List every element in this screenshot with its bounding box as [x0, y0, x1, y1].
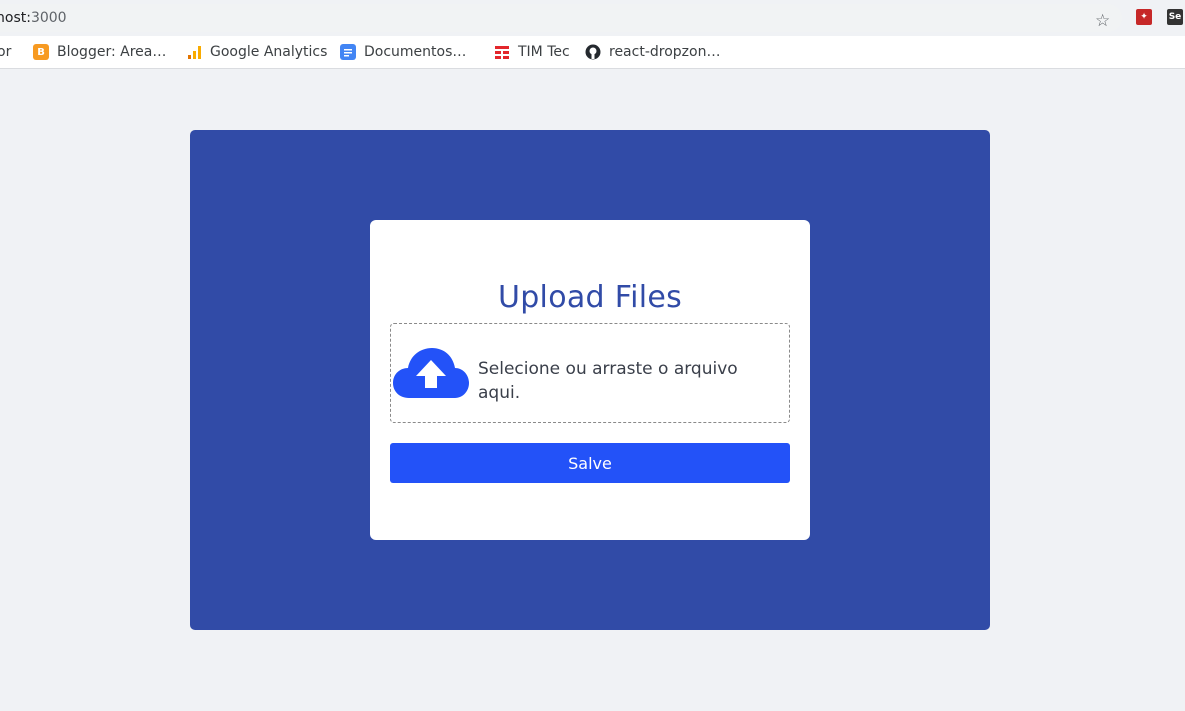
dropzone-text: Selecione ou arraste o arquivo aqui. — [478, 359, 738, 403]
star-icon[interactable]: ☆ — [1095, 12, 1113, 30]
bookmark-item[interactable]: or — [0, 42, 11, 62]
page-title: Upload Files — [497, 280, 683, 315]
url-port: 3000 — [30, 10, 67, 26]
bookmark-label: Documentos… — [364, 44, 467, 60]
selenium-extension-icon[interactable]: Se — [1167, 9, 1183, 25]
extension-red-icon[interactable]: ✦ — [1136, 9, 1152, 25]
github-icon — [585, 44, 601, 60]
save-button[interactable]: Salve — [390, 443, 790, 483]
cloud-upload-icon — [393, 348, 469, 398]
bookmark-item-analytics[interactable]: Google Analytics — [186, 42, 327, 62]
url-host: host: — [0, 10, 31, 26]
bookmark-label: Blogger: Area… — [57, 44, 167, 60]
bookmark-label: Google Analytics — [210, 44, 328, 60]
bookmark-item-timtec[interactable]: TIM Tec — [494, 42, 570, 62]
dropzone[interactable]: Selecione ou arraste o arquivo aqui. — [390, 323, 790, 423]
timtec-icon — [494, 44, 510, 60]
upload-card: Upload Files Selecione ou arraste o arqu… — [370, 220, 810, 540]
bookmark-item-docs[interactable]: Documentos… — [340, 42, 466, 62]
bookmark-label: TIM Tec — [518, 44, 570, 60]
bookmark-label: react-dropzon… — [609, 44, 721, 60]
bookmarks-bar: or B Blogger: Area… Google Analytics Doc… — [0, 36, 1185, 69]
bookmark-label: or — [0, 44, 12, 60]
bookmark-item-github[interactable]: react-dropzon… — [585, 42, 720, 62]
blogger-icon: B — [33, 44, 49, 60]
blue-panel: Upload Files Selecione ou arraste o arqu… — [190, 130, 990, 630]
url-text[interactable]: host:3000 — [0, 10, 67, 26]
docs-icon — [340, 44, 356, 60]
analytics-icon — [186, 44, 202, 60]
page-content: Upload Files Selecione ou arraste o arqu… — [0, 69, 1185, 711]
bookmark-item-blogger[interactable]: B Blogger: Area… — [33, 42, 166, 62]
address-bar[interactable]: host:3000 ☆ — [0, 4, 1122, 32]
